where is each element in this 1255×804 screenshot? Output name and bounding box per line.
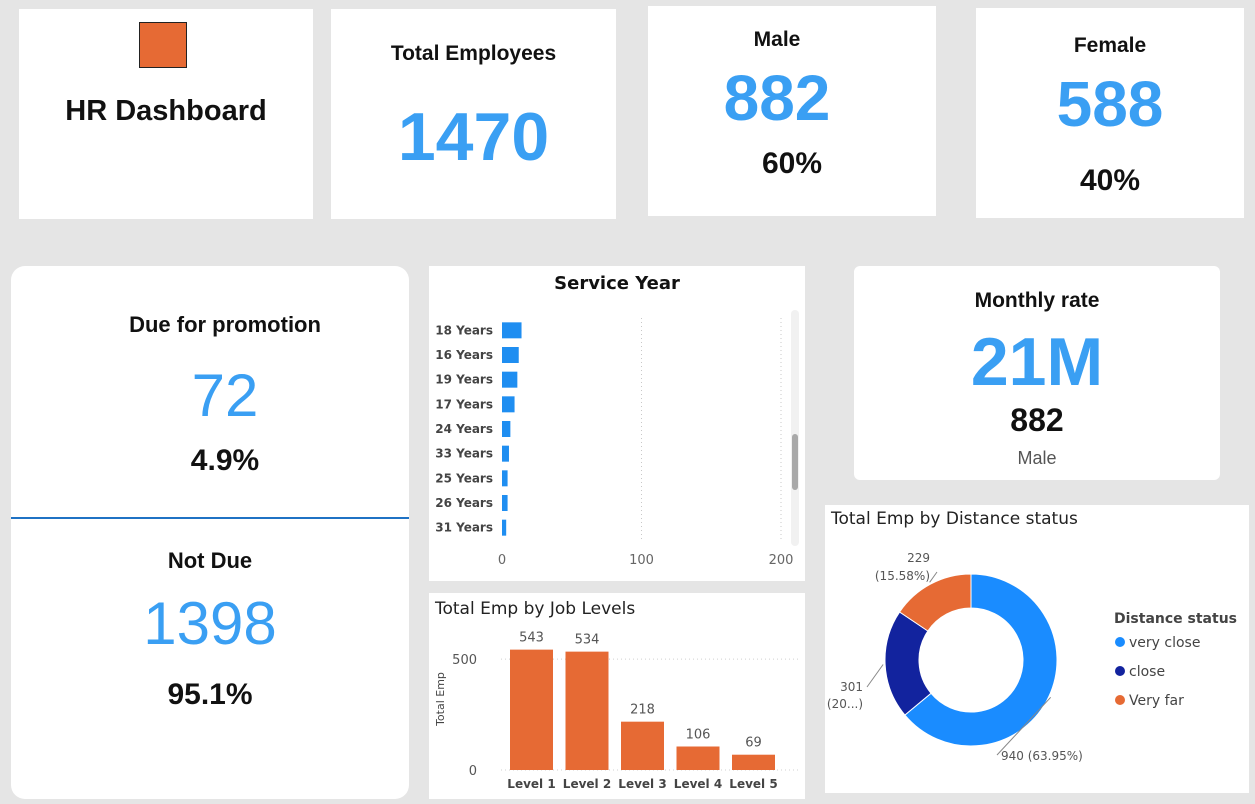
- job-levels-category-label: Level 1: [507, 777, 555, 791]
- female-label: Female: [1073, 34, 1147, 57]
- distance-leader-line: [866, 664, 884, 688]
- job-levels-data-label: 69: [745, 736, 762, 751]
- service-year-bar[interactable]: [502, 347, 519, 363]
- service-year-category-label: 33 Years: [435, 447, 493, 461]
- not-due-value: 1398: [143, 590, 277, 657]
- service-year-bar[interactable]: [502, 470, 508, 487]
- job-levels-bar[interactable]: [621, 721, 664, 770]
- service-year-category-label: 19 Years: [435, 373, 493, 387]
- service-year-title: Service Year: [554, 273, 680, 294]
- female-pct: 40%: [1079, 164, 1141, 197]
- service-year-chart: Service Year 0 100 200 18 Years 16 Years 19 Ye…: [435, 273, 799, 568]
- job-levels-bar[interactable]: [676, 746, 720, 770]
- job-levels-bar[interactable]: [565, 651, 609, 770]
- service-year-x-tick: 100: [629, 553, 654, 568]
- female-card: Female 588 40%: [976, 8, 1244, 218]
- distance-legend-label[interactable]: close: [1129, 664, 1165, 680]
- male-label: Male: [753, 28, 801, 51]
- distance-data-label: 940 (63.95%): [1001, 749, 1083, 763]
- distance-data-label: 229: [907, 551, 930, 565]
- service-year-category-label: 26 Years: [435, 496, 493, 510]
- service-year-scrollbar-track[interactable]: [791, 310, 799, 546]
- not-due-label: Not Due: [167, 548, 253, 573]
- job-levels-y-tick: 500: [452, 653, 477, 668]
- promotion-card: Due for promotion 72 4.9% Not Due 1398 9…: [11, 266, 409, 799]
- monthly-rate-sub-value: 882: [1010, 402, 1064, 438]
- service-year-bar[interactable]: [502, 421, 511, 437]
- job-levels-data-label: 543: [519, 631, 544, 646]
- total-employees-label: Total Employees: [390, 42, 557, 65]
- distance-chart: Total Emp by Distance status 940 (63.95%)…: [827, 509, 1237, 763]
- job-levels-title: Total Emp by Job Levels: [434, 599, 635, 619]
- service-year-category-label: 17 Years: [435, 397, 493, 411]
- male-pct: 60%: [761, 147, 823, 180]
- service-year-category-label: 31 Years: [435, 521, 493, 535]
- service-year-scrollbar-thumb[interactable]: [792, 434, 798, 490]
- monthly-rate-value: 21M: [970, 324, 1104, 400]
- distance-legend-marker[interactable]: [1115, 637, 1125, 647]
- job-levels-data-label: 106: [686, 728, 711, 743]
- monthly-rate-sub-label: Male: [1017, 448, 1057, 468]
- total-employees-value: 1470: [397, 99, 550, 175]
- due-value: 72: [191, 362, 259, 429]
- service-year-bar[interactable]: [502, 519, 507, 536]
- job-levels-category-label: Level 5: [729, 777, 777, 791]
- distance-data-label: (15.58%): [875, 569, 930, 583]
- distance-legend-label[interactable]: very close: [1129, 635, 1200, 651]
- not-due-pct: 95.1%: [167, 678, 253, 711]
- male-value: 882: [723, 62, 831, 134]
- dashboard-title: HR Dashboard: [65, 95, 267, 127]
- distance-title: Total Emp by Distance status: [830, 509, 1078, 529]
- service-year-category-label: 25 Years: [435, 471, 493, 485]
- service-year-bar[interactable]: [502, 322, 522, 339]
- due-pct: 4.9%: [190, 444, 260, 477]
- job-levels-card: Total Emp by Job Levels Total Emp 0 500 543 L…: [429, 593, 805, 799]
- total-employees-card: Total Employees 1470: [331, 9, 616, 219]
- service-year-bar[interactable]: [502, 445, 509, 462]
- service-year-category-label: 18 Years: [435, 323, 493, 337]
- service-year-bar[interactable]: [502, 495, 508, 511]
- female-value: 588: [1056, 68, 1164, 140]
- logo-square: [139, 22, 187, 68]
- service-year-bar[interactable]: [502, 371, 518, 388]
- job-levels-data-label: 534: [575, 633, 600, 648]
- service-year-card: Service Year 0 100 200 18 Years 16 Years 19 Ye…: [429, 266, 805, 581]
- distance-card: Total Emp by Distance status 940 (63.95%)…: [825, 505, 1249, 793]
- job-levels-y-tick: 0: [469, 764, 477, 779]
- promotion-divider: [11, 517, 409, 519]
- distance-legend-label[interactable]: Very far: [1129, 693, 1184, 709]
- service-year-category-label: 16 Years: [435, 348, 493, 362]
- distance-leader-line: [929, 571, 938, 583]
- due-label: Due for promotion: [129, 312, 321, 337]
- service-year-x-tick: 0: [498, 553, 506, 568]
- job-levels-chart: Total Emp by Job Levels Total Emp 0 500 543 L…: [434, 599, 799, 791]
- job-levels-bar[interactable]: [510, 649, 553, 770]
- service-year-category-label: 24 Years: [435, 422, 493, 436]
- title-card: HR Dashboard: [19, 9, 313, 219]
- distance-data-label: (20...): [827, 697, 863, 711]
- job-levels-category-label: Level 4: [674, 777, 722, 791]
- distance-legend-title: Distance status: [1114, 611, 1237, 627]
- job-levels-category-label: Level 3: [618, 777, 666, 791]
- monthly-rate-card: Monthly rate 21M 882 Male: [854, 266, 1220, 480]
- job-levels-bar[interactable]: [732, 754, 775, 770]
- monthly-rate-label: Monthly rate: [974, 289, 1100, 312]
- distance-legend-marker[interactable]: [1115, 666, 1125, 676]
- distance-data-label: 301: [840, 680, 863, 694]
- job-levels-category-label: Level 2: [563, 777, 611, 791]
- job-levels-y-axis-label: Total Emp: [434, 672, 447, 727]
- male-card: Male 882 60%: [648, 6, 936, 216]
- service-year-bar[interactable]: [502, 396, 515, 413]
- service-year-x-tick: 200: [769, 553, 794, 568]
- job-levels-data-label: 218: [630, 703, 655, 718]
- distance-legend-marker[interactable]: [1115, 695, 1125, 705]
